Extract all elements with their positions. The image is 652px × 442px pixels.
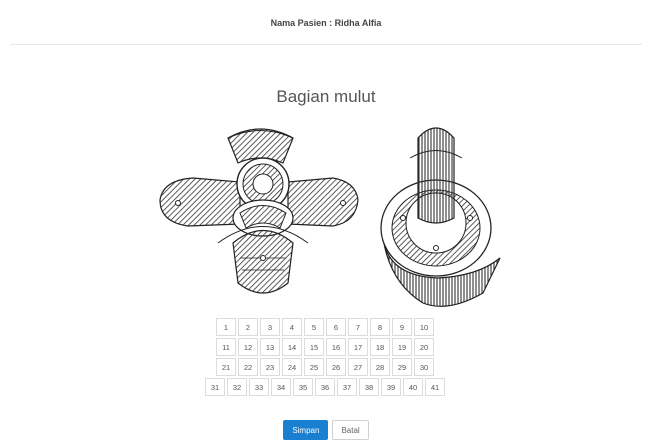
tooth-number-cell[interactable]: 41 (425, 378, 445, 396)
tooth-number-cell[interactable]: 30 (414, 358, 434, 376)
tooth-number-cell[interactable]: 13 (260, 338, 280, 356)
tooth-number-cell[interactable]: 31 (205, 378, 225, 396)
tooth-grid-row: 1 2 3 4 5 6 7 8 9 10 (216, 318, 436, 336)
tooth-number-cell[interactable]: 19 (392, 338, 412, 356)
tooth-number-cell[interactable]: 17 (348, 338, 368, 356)
tooth-number-cell[interactable]: 38 (359, 378, 379, 396)
tooth-number-cell[interactable]: 25 (304, 358, 324, 376)
save-button[interactable]: Simpan (283, 420, 329, 440)
tooth-number-cell[interactable]: 24 (282, 358, 302, 376)
tooth-grid-row: 11 12 13 14 15 16 17 18 19 20 (216, 338, 436, 356)
tooth-number-cell[interactable]: 9 (392, 318, 412, 336)
tooth-number-cell[interactable]: 39 (381, 378, 401, 396)
tooth-number-cell[interactable]: 22 (238, 358, 258, 376)
tooth-number-cell[interactable]: 10 (414, 318, 434, 336)
tooth-grid-row: 31 32 33 34 35 36 37 38 39 40 41 (205, 378, 447, 396)
tooth-number-cell[interactable]: 26 (326, 358, 346, 376)
tooth-number-cell[interactable]: 32 (227, 378, 247, 396)
tooth-number-cell[interactable]: 35 (293, 378, 313, 396)
tooth-number-cell[interactable]: 28 (370, 358, 390, 376)
tooth-number-cell[interactable]: 36 (315, 378, 335, 396)
tooth-number-cell[interactable]: 8 (370, 318, 390, 336)
patient-name-title: Nama Pasien : Ridha Alfia (270, 18, 382, 28)
tooth-number-cell[interactable]: 29 (392, 358, 412, 376)
tooth-number-cell[interactable]: 20 (414, 338, 434, 356)
tooth-number-grid: 1 2 3 4 5 6 7 8 9 10 11 12 13 14 15 16 17 18 19 20 21 22 23 24 2… (0, 318, 652, 398)
tooth-number-cell[interactable]: 15 (304, 338, 324, 356)
tooth-number-cell[interactable]: 27 (348, 358, 368, 376)
mouth-diagram (159, 127, 501, 307)
diagram-side-view (380, 127, 501, 307)
tooth-grid-row: 21 22 23 24 25 26 27 28 29 30 (216, 358, 436, 376)
form-actions: Simpan Batal (0, 420, 652, 440)
tooth-number-cell[interactable]: 14 (282, 338, 302, 356)
tooth-number-cell[interactable]: 6 (326, 318, 346, 336)
tooth-number-cell[interactable]: 34 (271, 378, 291, 396)
tooth-number-cell[interactable]: 33 (249, 378, 269, 396)
tooth-number-cell[interactable]: 4 (282, 318, 302, 336)
cancel-button[interactable]: Batal (332, 420, 369, 440)
section-title: Bagian mulut (276, 87, 376, 106)
tooth-number-cell[interactable]: 23 (260, 358, 280, 376)
tooth-number-cell[interactable]: 21 (216, 358, 236, 376)
tooth-number-cell[interactable]: 3 (260, 318, 280, 336)
tooth-number-cell[interactable]: 2 (238, 318, 258, 336)
tooth-number-cell[interactable]: 1 (216, 318, 236, 336)
tooth-number-cell[interactable]: 37 (337, 378, 357, 396)
tooth-number-cell[interactable]: 11 (216, 338, 236, 356)
tooth-number-cell[interactable]: 12 (238, 338, 258, 356)
tooth-number-cell[interactable]: 40 (403, 378, 423, 396)
tooth-number-cell[interactable]: 16 (326, 338, 346, 356)
tooth-number-cell[interactable]: 7 (348, 318, 368, 336)
tooth-number-cell[interactable]: 18 (370, 338, 390, 356)
tooth-number-cell[interactable]: 5 (304, 318, 324, 336)
header-divider (10, 44, 642, 45)
diagram-front-view (159, 128, 359, 294)
